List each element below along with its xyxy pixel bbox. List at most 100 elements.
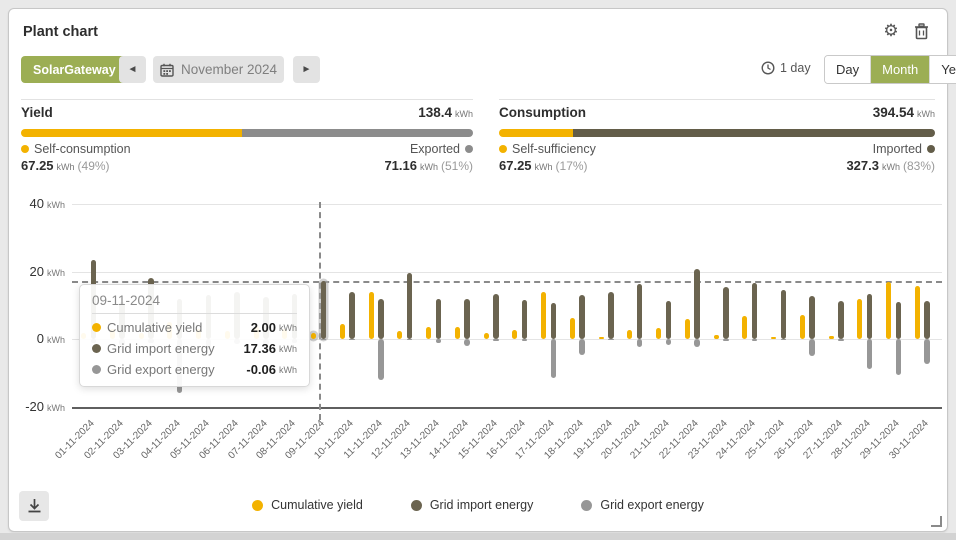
import-bar[interactable] [551,303,557,339]
trash-icon [914,23,929,40]
yield-bar[interactable] [800,315,805,339]
tooltip-row: Grid export energy-0.06kWh [92,362,297,377]
import-bar[interactable] [464,299,470,340]
export-bar[interactable] [924,339,930,364]
y-tick-label: 40kWh [19,196,65,211]
import-bar[interactable] [579,295,585,339]
export-bar[interactable] [436,339,442,342]
exported-value: 71.16kWh(51%) [384,158,473,173]
import-bar[interactable] [378,299,384,340]
page-title: Plant chart [23,24,98,40]
gridline--20 [72,407,942,409]
horizontal-scrollbar[interactable] [0,533,956,540]
yield-bar[interactable] [311,333,316,340]
gateway-button[interactable]: SolarGateway [21,56,128,83]
delete-button[interactable] [911,21,931,41]
olive-dot-icon [927,145,935,153]
import-bar[interactable] [666,301,672,339]
import-bar[interactable] [522,300,528,339]
import-bar[interactable] [407,273,413,339]
import-bar[interactable] [838,301,844,339]
export-bar[interactable] [867,339,873,368]
import-bar[interactable] [781,290,787,339]
next-period-button[interactable]: ► [293,56,320,83]
view-tab-year[interactable]: Year [929,56,956,83]
yield-bar[interactable] [541,292,546,339]
export-bar[interactable] [838,339,844,340]
series-dot-icon [92,344,101,353]
yield-bar[interactable] [627,330,632,339]
import-bar[interactable] [321,281,327,340]
yield-bar[interactable] [685,319,690,339]
view-tab-day[interactable]: Day [825,56,870,83]
export-bar[interactable] [723,339,729,340]
yield-total: 138.4 [418,105,452,120]
resize-handle-icon[interactable] [931,516,942,527]
yield-bar[interactable] [656,328,661,340]
export-bar[interactable] [464,339,470,346]
import-bar[interactable] [349,292,355,339]
legend-item[interactable]: Grid import energy [411,498,534,512]
period-picker-button[interactable]: November 2024 [153,56,284,83]
import-bar[interactable] [493,294,499,340]
legend-item[interactable]: Cumulative yield [252,498,363,512]
import-bar[interactable] [637,284,643,339]
export-bar[interactable] [666,339,672,345]
yield-progress-bar [21,129,473,137]
self-sufficiency-label: Self-sufficiency [499,142,596,156]
calendar-icon [160,63,174,77]
yield-bar[interactable] [397,331,402,339]
import-bar[interactable] [896,302,902,339]
yield-bar[interactable] [857,299,862,340]
yield-bar[interactable] [886,282,891,339]
yellow-dot-icon [21,145,29,153]
tooltip-row: Grid import energy17.36kWh [92,341,297,356]
import-bar[interactable] [752,283,758,340]
export-bar[interactable] [551,339,557,377]
y-tick-label: 20kWh [19,264,65,279]
yield-bar[interactable] [714,335,719,340]
yield-bar[interactable] [570,318,575,339]
import-bar[interactable] [436,299,442,340]
tooltip-date: 09-11-2024 [92,293,297,314]
yield-bar[interactable] [829,336,834,339]
export-bar[interactable] [579,339,585,355]
gridline-40 [72,204,942,205]
yield-bar[interactable] [512,330,517,339]
export-bar[interactable] [493,339,499,341]
yield-summary: Yield 138.4kWh Self-consumption Exported… [21,99,473,173]
tooltip-row: Cumulative yield2.00kWh [92,320,297,335]
export-bar[interactable] [809,339,815,356]
export-bar[interactable] [694,339,700,347]
yellow-dot-icon [499,145,507,153]
yield-bar[interactable] [742,316,747,339]
yield-bar[interactable] [426,327,431,339]
yield-bar[interactable] [915,286,920,339]
import-bar[interactable] [694,269,700,340]
chevron-left-icon: ◄ [128,64,138,75]
yield-bar[interactable] [771,337,776,339]
gray-dot-icon [465,145,473,153]
legend-item[interactable]: Grid export energy [581,498,704,512]
y-tick-label: 0kWh [19,331,65,346]
view-tab-month[interactable]: Month [870,56,929,83]
series-dot-icon [92,323,101,332]
prev-period-button[interactable]: ◄ [119,56,146,83]
export-bar[interactable] [378,339,384,380]
import-bar[interactable] [924,301,930,339]
yield-bar[interactable] [484,333,489,340]
yield-bar[interactable] [340,324,345,339]
yield-bar[interactable] [599,337,604,339]
export-bar[interactable] [522,339,528,341]
export-bar[interactable] [637,339,643,347]
export-bar[interactable] [752,339,758,341]
import-bar[interactable] [867,294,873,339]
yield-bar[interactable] [455,327,460,339]
import-bar[interactable] [723,287,729,339]
import-bar[interactable] [608,292,614,339]
import-bar[interactable] [809,296,815,339]
settings-button[interactable]: ⚙ [881,21,901,41]
export-bar[interactable] [896,339,902,375]
yield-bar[interactable] [369,292,374,339]
legend-dot-icon [411,500,422,511]
